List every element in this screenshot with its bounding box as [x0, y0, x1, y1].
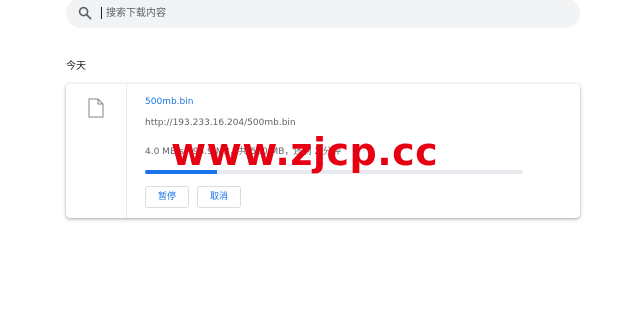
file-icon-column	[66, 84, 127, 218]
search-input[interactable]	[104, 6, 528, 20]
search-icon	[78, 6, 92, 20]
source-url[interactable]: http://193.233.16.204/500mb.bin	[145, 118, 296, 128]
cancel-button[interactable]: 取消	[197, 186, 242, 208]
text-caret	[101, 7, 102, 19]
file-icon	[88, 98, 104, 122]
pause-button[interactable]: 暂停	[145, 186, 190, 208]
watermark-text: www.zjcp.cc	[171, 130, 439, 174]
date-section-header: 今天	[66, 61, 86, 72]
search-bar[interactable]	[66, 0, 580, 28]
file-name-link[interactable]: 500mb.bin	[145, 97, 193, 107]
